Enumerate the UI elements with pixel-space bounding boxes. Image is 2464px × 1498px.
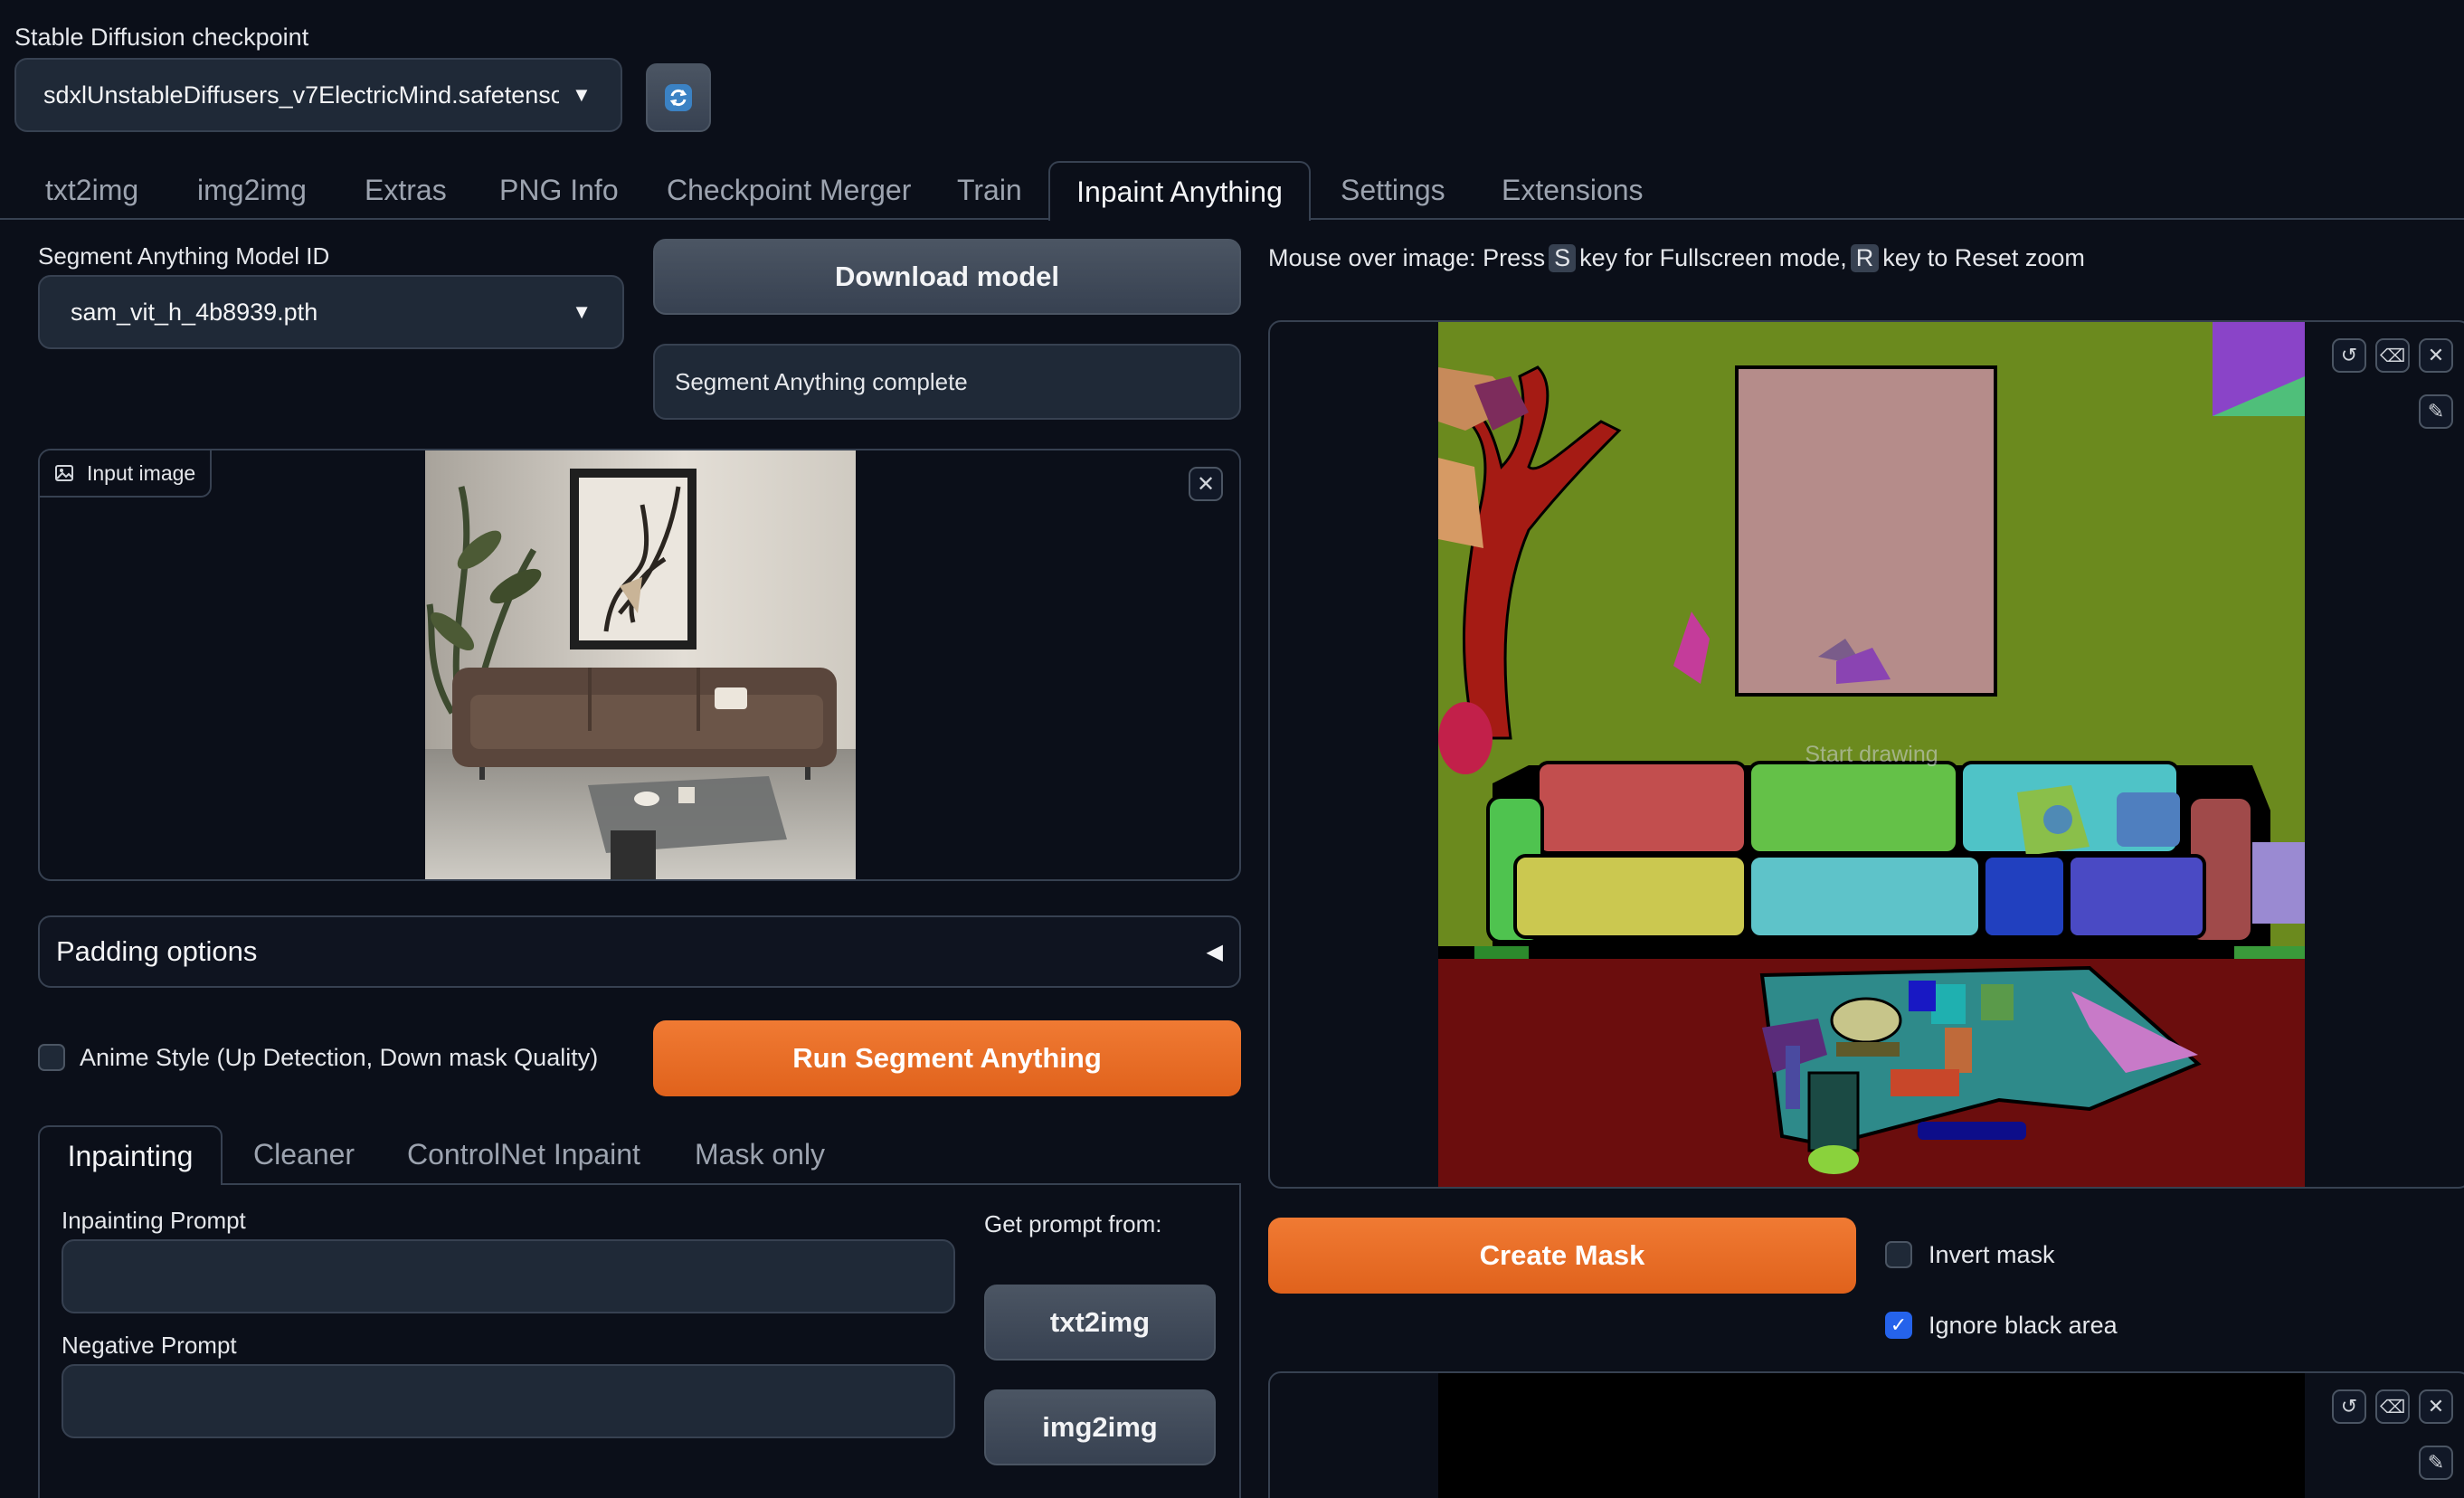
negative-prompt-label: Negative Prompt [62,1332,237,1359]
start-drawing-overlay: Start drawing [1805,742,1938,767]
input-image-tag: Input image [40,450,213,498]
subtab-inpainting[interactable]: Inpainting [38,1125,223,1185]
zoom-hint: Mouse over image: Press Skey for Fullscre… [1268,244,2085,272]
caret-down-icon: ▼ [572,300,592,323]
tab-inpaint-anything[interactable]: Inpaint Anything [1048,161,1311,221]
close-icon: ✕ [2427,344,2445,366]
get-prompt-txt2img-button[interactable]: txt2img [984,1285,1216,1361]
tab-settings[interactable]: Settings [1341,161,1445,207]
undo-button[interactable]: ↺ [2332,338,2366,373]
input-image-label: Input image [87,460,196,485]
anime-style-checkbox[interactable] [38,1044,65,1071]
padding-options-accordion[interactable]: Padding options ◀ [38,915,1241,988]
close-icon: ✕ [2427,1395,2445,1417]
subtab-mask-only[interactable]: Mask only [695,1125,825,1171]
invert-mask-checkbox[interactable] [1885,1241,1912,1268]
segmentation-canvas-panel[interactable]: Start drawing ↺ ⌫ ✕ ✎ [1268,320,2464,1189]
undo-icon: ↺ [2340,1395,2358,1417]
subtab-cleaner[interactable]: Cleaner [253,1125,355,1171]
create-mask-button[interactable]: Create Mask [1268,1218,1856,1294]
checkpoint-label: Stable Diffusion checkpoint [14,24,309,51]
hint-mid: key for Fullscreen mode, [1579,244,1847,271]
input-image-photo [425,450,856,879]
sam-status: Segment Anything complete [653,344,1241,420]
tab-txt2img[interactable]: txt2img [45,161,138,207]
clear-input-image-button[interactable]: ✕ [1189,467,1223,501]
tab-checkpoint-merger[interactable]: Checkpoint Merger [667,161,911,207]
sam-model-label: Segment Anything Model ID [38,242,330,270]
checkmark-icon: ✓ [1890,1313,1908,1336]
tab-png-info[interactable]: PNG Info [499,161,619,207]
segmentation-image[interactable]: Start drawing [1438,322,2305,1187]
ignore-black-area-label: Ignore black area [1929,1312,2118,1339]
hint-suffix: key to Reset zoom [1882,244,2085,271]
image-icon [55,465,73,481]
inpainting-prompt-label: Inpainting Prompt [62,1207,246,1234]
tab-extensions[interactable]: Extensions [1502,161,1644,207]
hint-key-s: S [1549,244,1577,272]
get-prompt-img2img-button[interactable]: img2img [984,1389,1216,1465]
hint-prefix: Mouse over image: Press [1268,244,1546,271]
checkpoint-dropdown[interactable]: sdxlUnstableDiffusers_v7ElectricMind.saf… [14,58,622,132]
invert-mask-label: Invert mask [1929,1241,2055,1268]
mask-brush-button[interactable]: ✎ [2419,1446,2453,1480]
caret-down-icon: ▼ [572,83,592,106]
padding-options-label: Padding options [56,935,258,967]
sam-model-dropdown[interactable]: sam_vit_h_4b8939.pth ▼ [38,275,624,349]
negative-prompt-input[interactable] [62,1364,955,1438]
mask-clear-button[interactable]: ✕ [2419,1389,2453,1424]
brush-button[interactable]: ✎ [2419,394,2453,429]
brush-icon: ✎ [2427,400,2445,422]
close-icon: ✕ [1196,471,1216,497]
mask-eraser-button[interactable]: ⌫ [2375,1389,2410,1424]
mask-canvas-panel[interactable]: ↺ ⌫ ✕ ✎ [1268,1371,2464,1498]
undo-icon: ↺ [2340,344,2358,366]
anime-style-label: Anime Style (Up Detection, Down mask Qua… [80,1044,599,1071]
eraser-icon: ⌫ [2379,346,2406,366]
get-prompt-from-label: Get prompt from: [984,1210,1162,1237]
refresh-icon [665,84,692,111]
mask-undo-button[interactable]: ↺ [2332,1389,2366,1424]
eraser-icon: ⌫ [2379,1397,2406,1417]
sam-model-value: sam_vit_h_4b8939.pth [71,298,318,326]
brush-icon: ✎ [2427,1451,2445,1474]
inpainting-prompt-input[interactable] [62,1239,955,1313]
clear-canvas-button[interactable]: ✕ [2419,338,2453,373]
mask-image[interactable] [1438,1373,2305,1498]
tab-img2img[interactable]: img2img [197,161,307,207]
triangle-left-icon: ◀ [1206,939,1223,964]
download-model-button[interactable]: Download model [653,239,1241,315]
run-segment-anything-button[interactable]: Run Segment Anything [653,1020,1241,1096]
refresh-checkpoint-button[interactable] [646,63,711,132]
hint-key-r: R [1850,244,1880,272]
checkpoint-value: sdxlUnstableDiffusers_v7ElectricMind.saf… [43,81,559,109]
tab-extras[interactable]: Extras [365,161,447,207]
eraser-button[interactable]: ⌫ [2375,338,2410,373]
tab-train[interactable]: Train [957,161,1022,207]
subtab-controlnet-inpaint[interactable]: ControlNet Inpaint [407,1125,640,1171]
ignore-black-area-checkbox[interactable]: ✓ [1885,1312,1912,1339]
input-image-panel[interactable]: Input image ✕ [38,449,1241,881]
